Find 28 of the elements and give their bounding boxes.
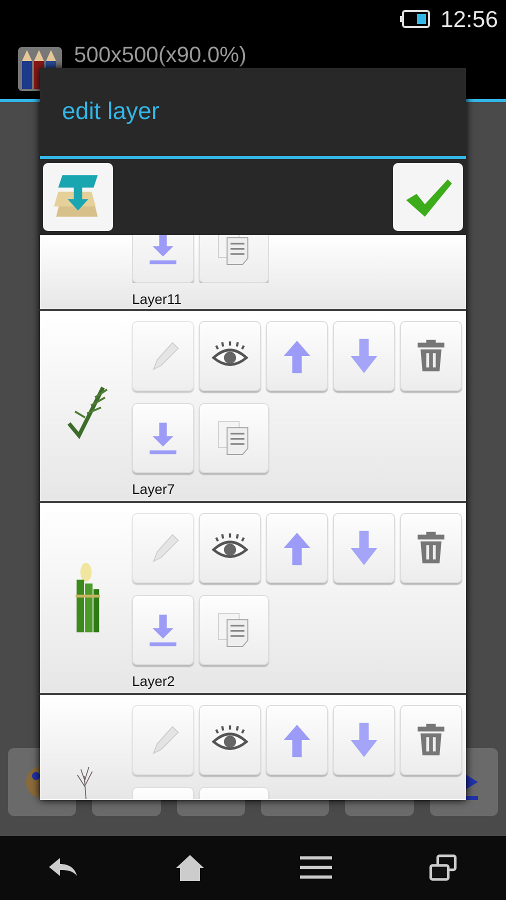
canvas-size-title: 500x500(x90.0%) <box>74 42 246 68</box>
trash-layer-button[interactable] <box>400 705 462 775</box>
layer-name: Layer7 <box>132 481 176 497</box>
copy-layer-button[interactable] <box>199 595 269 665</box>
import-layer-button[interactable] <box>43 163 113 231</box>
trash-layer-button[interactable] <box>400 513 462 583</box>
confirm-button[interactable] <box>393 163 463 231</box>
eye-layer-button[interactable] <box>199 705 261 775</box>
trash-layer-button[interactable] <box>400 321 462 391</box>
layer-name: Layer2 <box>132 673 176 689</box>
up-layer-button[interactable] <box>266 705 328 775</box>
recent-apps-icon[interactable] <box>426 854 459 882</box>
copy-layer-button[interactable] <box>199 403 269 473</box>
battery-icon <box>400 10 430 28</box>
up-layer-button[interactable] <box>266 321 328 391</box>
home-icon[interactable] <box>174 854 206 882</box>
clock-time: 12:56 <box>440 6 498 32</box>
dialog-title: edit layer <box>62 98 160 126</box>
layer-name: Layer11 <box>132 291 183 307</box>
down-layer-button[interactable] <box>333 513 395 583</box>
down-layer-button[interactable] <box>333 705 395 775</box>
up-layer-button[interactable] <box>266 513 328 583</box>
layer-row[interactable]: Layer11 <box>40 235 466 311</box>
save-layer-button[interactable] <box>132 403 194 473</box>
eye-layer-button[interactable] <box>199 513 261 583</box>
eye-layer-button[interactable] <box>199 321 261 391</box>
down-layer-button[interactable] <box>333 321 395 391</box>
save-layer-button[interactable] <box>132 595 194 665</box>
